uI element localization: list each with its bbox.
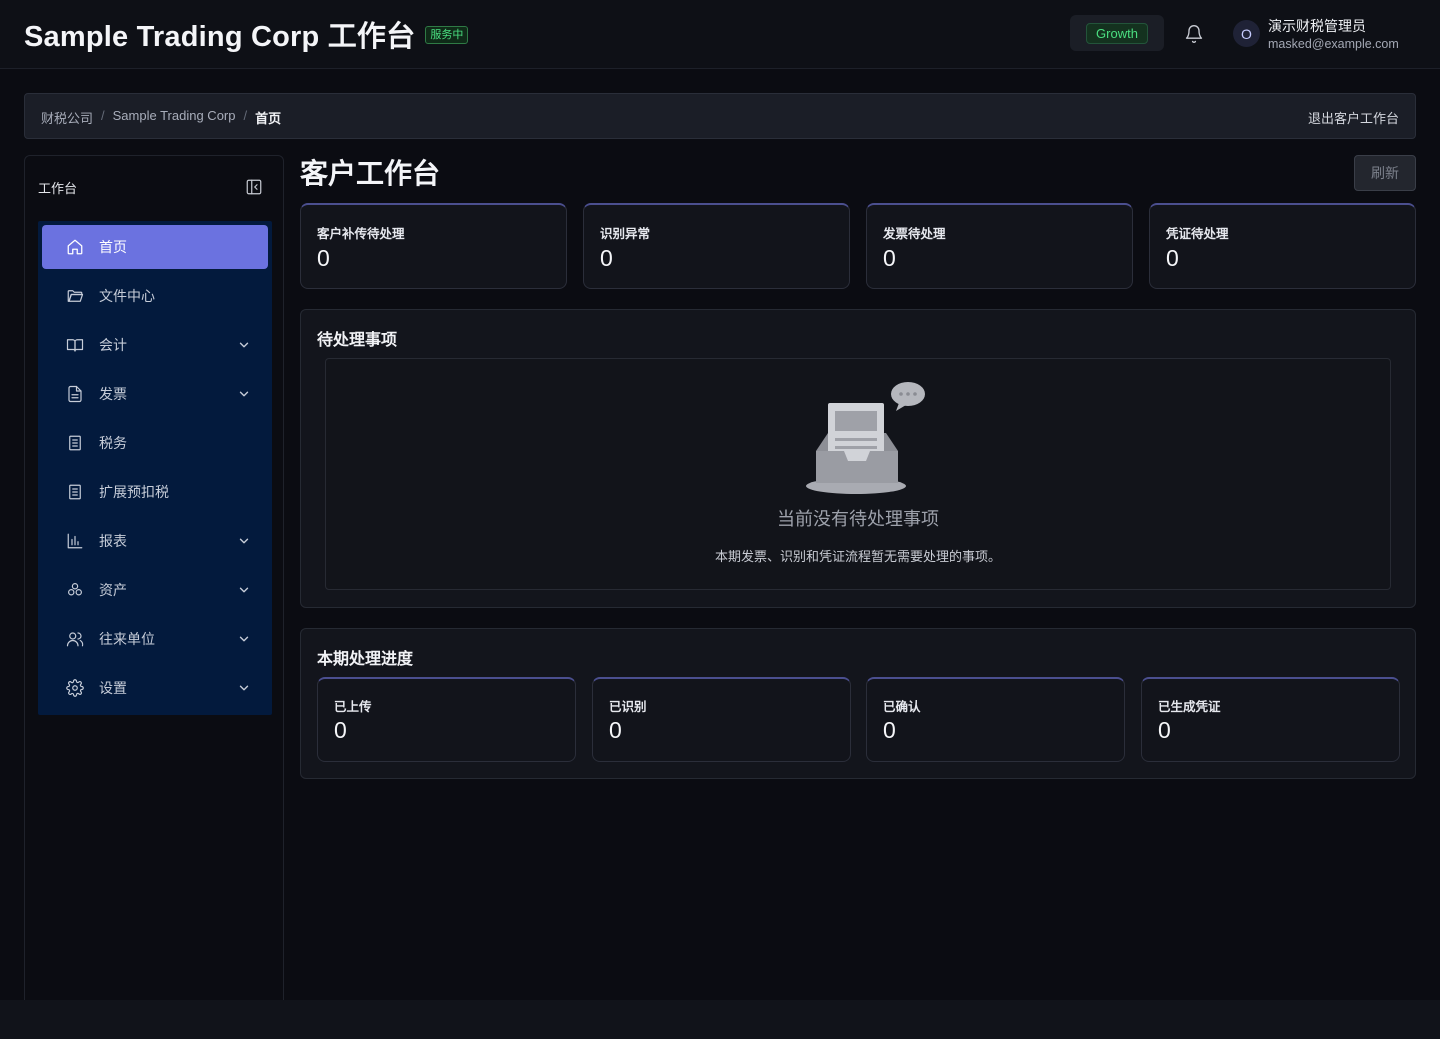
sidebar-menu: 首页 文件中心 会计 发票 税务 扩展预扣税 报表 资产 往来单位 设置 — [38, 221, 272, 715]
users-icon — [66, 632, 84, 647]
collapse-sidebar-icon[interactable] — [245, 178, 263, 196]
sidebar: 工作台 首页 文件中心 会计 发票 税务 扩展预扣税 报表 资产 往来单位 设置 — [24, 155, 284, 1015]
bell-icon[interactable] — [1184, 24, 1204, 44]
progress-value: 0 — [609, 717, 622, 743]
avatar[interactable]: O — [1233, 20, 1260, 47]
sidebar-item-label: 往来单位 — [99, 631, 155, 647]
stat-label: 客户补传待处理 — [317, 227, 405, 241]
refresh-button[interactable]: 刷新 — [1354, 155, 1416, 191]
sidebar-item-file-center[interactable]: 文件中心 — [42, 274, 268, 318]
page-title: 客户工作台 — [300, 158, 441, 189]
pending-items-panel: 待处理事项 当前没有待处理事项 本期发票、识别和凭证流程暂无需要处理的事项。 — [300, 309, 1416, 608]
progress-label: 已识别 — [609, 700, 647, 714]
stat-value: 0 — [317, 245, 330, 271]
stat-value: 0 — [883, 245, 896, 271]
sidebar-item-label: 会计 — [99, 337, 127, 353]
file-text-icon — [68, 385, 82, 403]
stat-card-vouchers-pending[interactable]: 凭证待处理 0 — [1149, 203, 1416, 289]
user-name[interactable]: 演示财税管理员 — [1268, 16, 1366, 36]
document-icon — [69, 435, 81, 451]
book-icon — [66, 339, 84, 352]
sidebar-title: 工作台 — [38, 181, 78, 196]
pending-items-title: 待处理事项 — [317, 332, 398, 349]
stat-label: 发票待处理 — [883, 227, 946, 241]
progress-value: 0 — [334, 717, 347, 743]
breadcrumb-item-client[interactable]: Sample Trading Corp — [113, 108, 236, 127]
stat-value: 0 — [600, 245, 613, 271]
breadcrumb-separator: / — [243, 108, 248, 123]
sidebar-item-reports[interactable]: 报表 — [42, 519, 268, 563]
progress-label: 已上传 — [334, 700, 372, 714]
stat-card-invoices-pending[interactable]: 发票待处理 0 — [866, 203, 1133, 289]
top-header: Sample Trading Corp 工作台 服务中 Growth O 演示财… — [0, 0, 1440, 69]
document-icon — [69, 484, 81, 500]
sidebar-item-label: 首页 — [99, 239, 127, 255]
empty-state-title: 当前没有待处理事项 — [777, 509, 939, 529]
sidebar-item-label: 扩展预扣税 — [99, 484, 169, 500]
chevron-down-icon — [239, 636, 249, 642]
progress-card-recognized[interactable]: 已识别 0 — [592, 677, 851, 762]
progress-value: 0 — [883, 717, 896, 743]
sidebar-item-label: 设置 — [99, 680, 127, 696]
empty-inbox-icon — [806, 382, 925, 494]
empty-state-description: 本期发票、识别和凭证流程暂无需要处理的事项。 — [714, 549, 1001, 564]
sidebar-item-home[interactable]: 首页 — [42, 225, 268, 269]
breadcrumb-separator: / — [101, 108, 105, 123]
sidebar-item-settings[interactable]: 设置 — [42, 666, 268, 710]
empty-state: 当前没有待处理事项 本期发票、识别和凭证流程暂无需要处理的事项。 — [325, 358, 1391, 590]
sidebar-item-assets[interactable]: 资产 — [42, 568, 268, 612]
progress-card-uploaded[interactable]: 已上传 0 — [317, 677, 576, 762]
exit-client-workspace-link[interactable]: 退出客户工作台 — [1308, 108, 1399, 127]
chevron-down-icon — [239, 538, 249, 544]
sidebar-item-label: 税务 — [99, 435, 127, 451]
app-title: Sample Trading Corp 工作台 — [24, 21, 416, 53]
chevron-down-icon — [239, 587, 249, 593]
breadcrumb-bar: 财税公司 / Sample Trading Corp / 首页 退出客户工作台 — [24, 93, 1416, 139]
period-progress-title: 本期处理进度 — [317, 651, 414, 668]
user-email: masked@example.com — [1268, 37, 1399, 51]
period-progress-panel: 本期处理进度 已上传 0 已识别 0 已确认 0 已生成凭证 0 — [300, 628, 1416, 779]
app-title-group: Sample Trading Corp 工作台 服务中 — [24, 14, 469, 54]
stat-value: 0 — [1166, 245, 1179, 271]
service-status-badge: 服务中 — [425, 26, 469, 44]
bar-chart-icon — [67, 533, 83, 549]
sidebar-item-label: 报表 — [99, 533, 127, 549]
breadcrumb-item-current: 首页 — [255, 111, 282, 126]
sidebar-item-label: 文件中心 — [99, 288, 155, 304]
sidebar-item-contacts[interactable]: 往来单位 — [42, 617, 268, 661]
home-icon — [67, 239, 83, 255]
plan-badge: Growth — [1086, 22, 1148, 44]
stat-card-recognition-errors[interactable]: 识别异常 0 — [583, 203, 850, 289]
sidebar-item-accounting[interactable]: 会计 — [42, 323, 268, 367]
gear-icon — [66, 679, 84, 697]
sidebar-item-label: 发票 — [99, 386, 127, 402]
progress-card-confirmed[interactable]: 已确认 0 — [866, 677, 1125, 762]
progress-card-vouchers-generated[interactable]: 已生成凭证 0 — [1141, 677, 1400, 762]
folder-icon — [67, 290, 84, 302]
sidebar-item-tax[interactable]: 税务 — [42, 421, 268, 465]
chevron-down-icon — [239, 391, 249, 397]
sidebar-item-withholding[interactable]: 扩展预扣税 — [42, 470, 268, 514]
progress-value: 0 — [1158, 717, 1171, 743]
breadcrumb: 财税公司 / Sample Trading Corp / 首页 — [41, 108, 281, 127]
progress-label: 已确认 — [883, 700, 921, 714]
cubes-icon — [68, 583, 82, 596]
stat-label: 识别异常 — [600, 227, 651, 241]
sidebar-item-label: 资产 — [99, 582, 127, 598]
stat-card-client-upload[interactable]: 客户补传待处理 0 — [300, 203, 567, 289]
breadcrumb-item-firm[interactable]: 财税公司 — [41, 108, 93, 127]
bottom-scroll-area — [0, 1000, 1440, 1039]
chevron-down-icon — [239, 685, 249, 691]
plan-button[interactable]: Growth — [1070, 15, 1164, 51]
progress-label: 已生成凭证 — [1158, 700, 1221, 714]
chevron-down-icon — [239, 342, 249, 348]
sidebar-item-invoices[interactable]: 发票 — [42, 372, 268, 416]
stat-label: 凭证待处理 — [1166, 227, 1229, 241]
